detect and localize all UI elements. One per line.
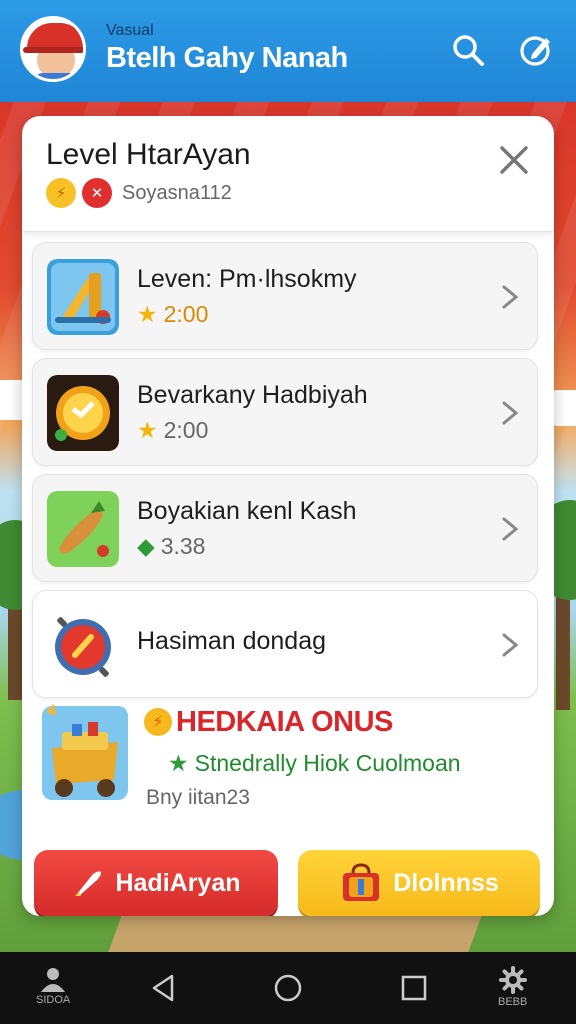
item-title: Hasiman dondag: [137, 627, 327, 655]
nav-left-item[interactable]: SIDOA: [36, 966, 70, 1006]
bonus-title: HEDKAIA ONUS: [176, 706, 393, 738]
gear-icon: [498, 966, 527, 994]
bonus-section[interactable]: ⚡ HEDKAIA ONUS ★ Stnedrally Hiok Cuolmoa…: [32, 694, 538, 822]
secondary-action-button[interactable]: Dlolnnss: [298, 850, 540, 916]
close-icon[interactable]: [492, 138, 536, 182]
character-icon: [41, 968, 66, 992]
panel-subtitle: Soyasna112: [122, 181, 232, 204]
chevron-right-icon: [502, 401, 519, 425]
recents-icon[interactable]: [400, 974, 428, 1002]
item-meta: ★ 2:00: [137, 417, 208, 444]
rocket-icon: [75, 871, 102, 896]
item-title: Boyakian kenl Kash: [137, 497, 357, 525]
nav-right-item[interactable]: BEBB: [498, 966, 527, 1008]
tool-badge-icon: ✕: [82, 178, 112, 208]
bonus-subtitle: Stnedrally Hiok Cuolmoan: [194, 750, 461, 776]
primary-action-label: HadiAryan: [115, 868, 241, 897]
coin-badge-icon: ⚡: [46, 178, 76, 208]
primary-action-button[interactable]: HadiAryan: [34, 850, 278, 916]
app-title: Btelh Gahy Nanah: [106, 42, 348, 74]
star-icon: ★: [168, 750, 189, 776]
bonus-code: Bny iitan23: [146, 786, 250, 809]
carrot-icon: [47, 491, 119, 567]
gem-icon: ◆: [137, 533, 155, 559]
list-item[interactable]: Boyakian kenl Kash ◆ 3.38: [32, 474, 538, 582]
chevron-right-icon: [502, 633, 519, 657]
slide-game-icon: [47, 259, 119, 335]
item-meta: ◆ 3.38: [137, 533, 205, 560]
item-meta: ★ 2:00: [137, 301, 208, 328]
golden-coin-icon: [47, 375, 119, 451]
list-item[interactable]: Bevarkany Hadbiyah ★ 2:00: [32, 358, 538, 466]
home-icon[interactable]: [272, 972, 304, 1004]
nav-left-label: SIDOA: [36, 994, 71, 1006]
star-icon: ★: [137, 417, 158, 443]
red-orb-icon: [55, 617, 111, 677]
gift-bag-icon: [343, 863, 380, 901]
top-app-bar: Vasual Btelh Gahy Nanah: [0, 0, 576, 102]
chevron-right-icon: [502, 285, 519, 309]
system-nav-bar: SIDOA BEBB: [0, 952, 576, 1024]
chevron-right-icon: [502, 517, 519, 541]
item-title: Bevarkany Hadbiyah: [137, 381, 368, 409]
secondary-action-label: Dlolnnss: [393, 868, 499, 897]
bonus-badge-icon: ⚡: [144, 708, 172, 736]
item-value: 2:00: [163, 417, 209, 443]
item-title: Leven: Pm·lhsokmy: [137, 265, 357, 293]
back-icon[interactable]: [148, 972, 178, 1004]
list-item[interactable]: Hasiman dondag: [32, 590, 538, 698]
list-item[interactable]: Leven: Pm·lhsokmy ★ 2:00: [32, 242, 538, 350]
panel-subtitle-row: ⚡ ✕ Soyasna112: [46, 178, 232, 208]
star-icon: ★: [137, 301, 158, 327]
app-subtitle: Vasual: [106, 22, 154, 39]
nav-right-label: BEBB: [498, 996, 528, 1008]
bonus-subtitle-row: ★ Stnedrally Hiok Cuolmoan: [168, 750, 461, 777]
item-value: 3.38: [160, 533, 206, 559]
user-avatar[interactable]: [20, 16, 86, 82]
treasure-cart-icon: [42, 704, 128, 800]
search-icon[interactable]: [450, 32, 486, 68]
level-panel: Level HtarAyan ⚡ ✕ Soyasna112 Leven: Pm·…: [22, 116, 554, 916]
edit-icon[interactable]: [518, 32, 554, 68]
panel-title: Level HtarAyan: [46, 138, 251, 171]
item-value: 2:00: [163, 301, 209, 327]
panel-header: Level HtarAyan ⚡ ✕ Soyasna112: [22, 116, 554, 232]
